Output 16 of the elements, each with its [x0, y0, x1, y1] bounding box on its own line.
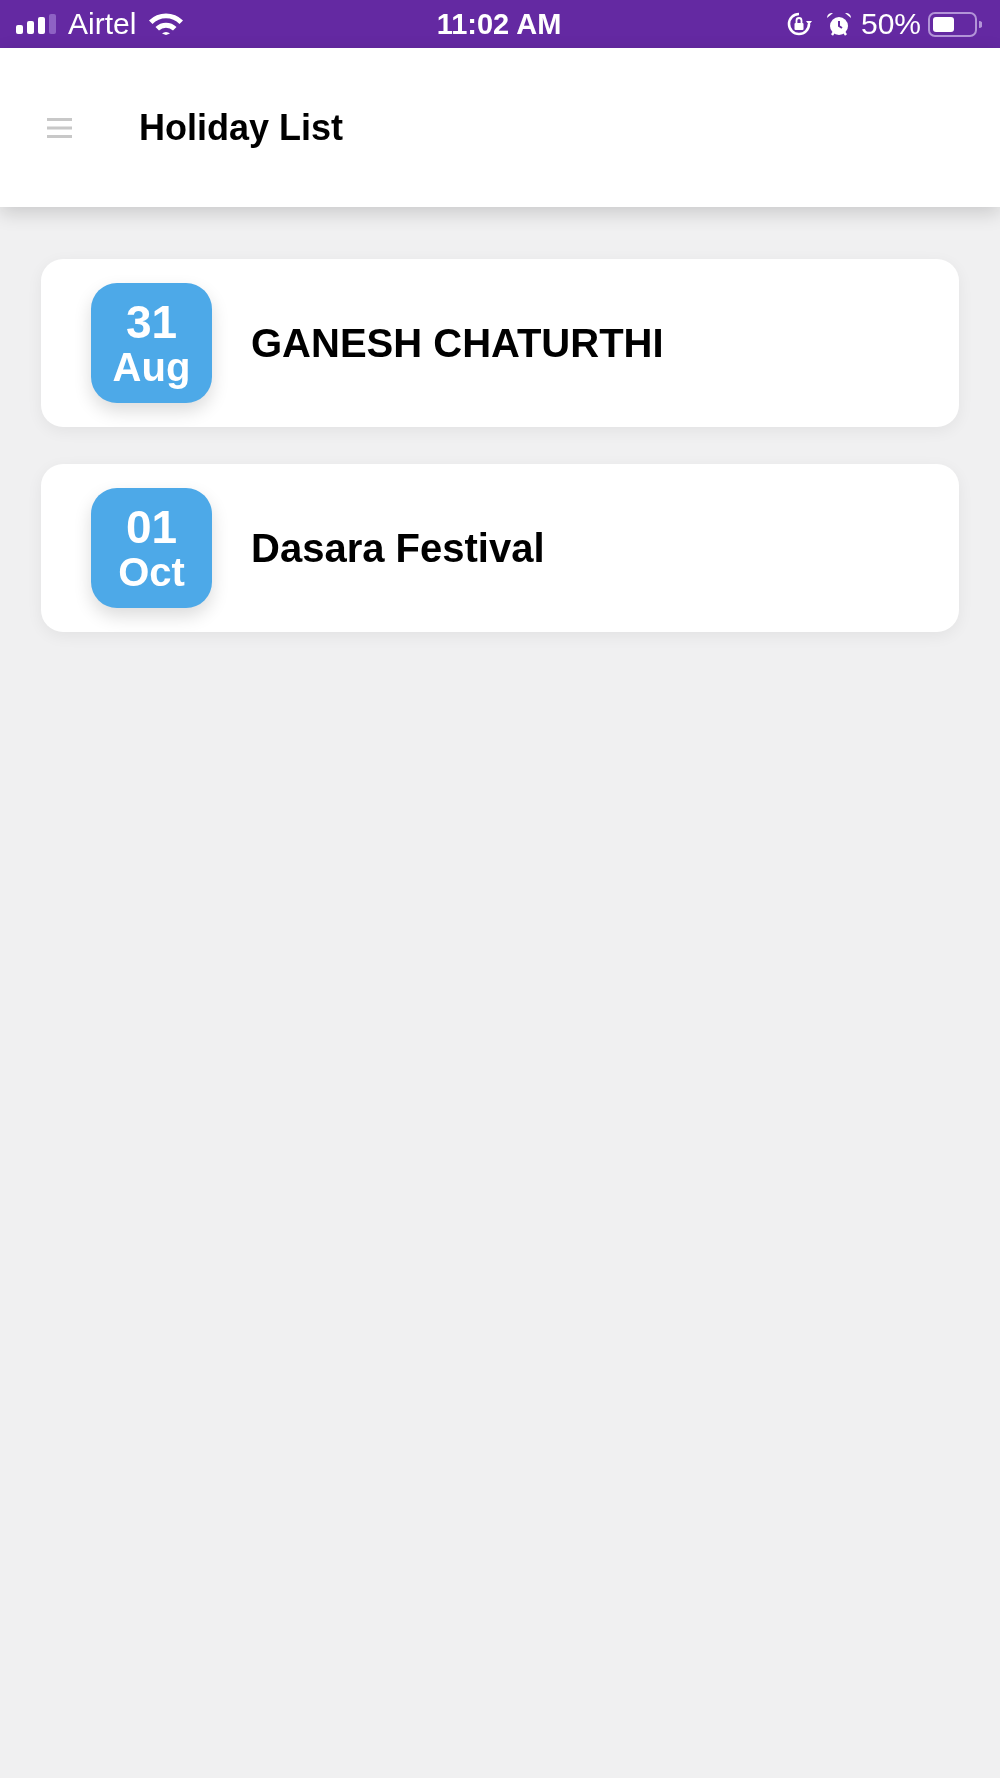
rotation-lock-icon: [786, 12, 812, 36]
holiday-name: Dasara Festival: [251, 526, 545, 570]
date-day: 01: [125, 504, 178, 550]
status-time: 11:02 AM: [436, 9, 562, 39]
date-month: Aug: [112, 347, 191, 387]
page-title: Holiday List: [139, 109, 344, 146]
holiday-name: GANESH CHATURTHI: [251, 321, 664, 365]
date-day: 31: [125, 299, 178, 345]
wifi-icon: [148, 13, 185, 35]
signal-icon: [16, 14, 57, 34]
carrier-name: Airtel: [68, 9, 137, 39]
battery-icon: [928, 11, 982, 37]
battery-percentage: 50%: [860, 9, 921, 39]
menu-icon[interactable]: [47, 117, 72, 138]
alarm-clock-icon: [825, 11, 852, 37]
date-month: Oct: [118, 552, 185, 592]
